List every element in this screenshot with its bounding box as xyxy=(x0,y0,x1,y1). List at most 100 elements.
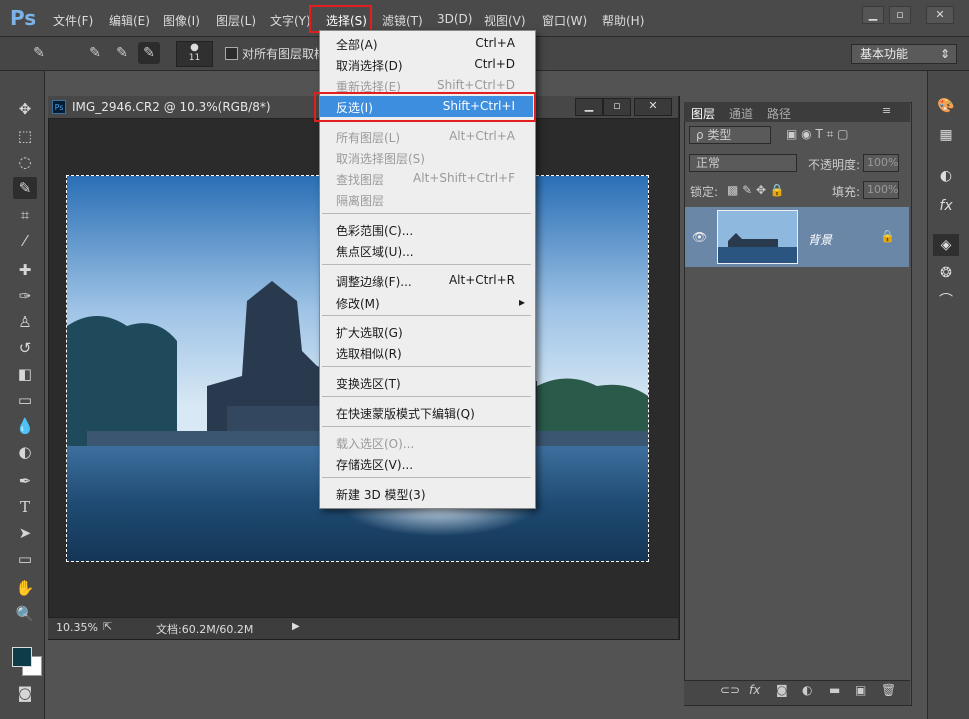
blur-tool-icon[interactable]: 💧 xyxy=(13,415,37,437)
tab-paths[interactable]: 路径 xyxy=(767,105,791,122)
layers-icon[interactable]: ◈ xyxy=(933,234,959,256)
zoom-tool-icon[interactable]: 🔍 xyxy=(13,603,37,625)
menu-separator xyxy=(322,264,531,265)
document-title: IMG_2946.CR2 @ 10.3%(RGB/8*) xyxy=(72,100,271,114)
menu-item-transform-selection[interactable]: 变换选区(T) xyxy=(320,372,533,393)
adjustments-icon[interactable]: ◐ xyxy=(933,165,959,187)
foreground-color-swatch[interactable] xyxy=(12,647,32,667)
document-size: 文档:60.2M/60.2M xyxy=(156,623,254,636)
lock-options-icons[interactable]: ▩ ✎ ✥ 🔒 xyxy=(727,183,785,197)
swatches-grid-icon[interactable]: ▦ xyxy=(933,124,959,146)
sample-all-layers-checkbox[interactable] xyxy=(225,47,238,60)
menu-help[interactable]: 帮助(H) xyxy=(602,12,644,29)
menu-item-color-range[interactable]: 色彩范围(C)... xyxy=(320,219,533,240)
layer-filter-kind[interactable]: ρ 类型 xyxy=(689,126,771,144)
add-style-fx-icon[interactable]: fx xyxy=(749,683,760,697)
add-selection-brush-icon[interactable]: ✎ xyxy=(111,42,133,64)
blend-mode-label: 正常 xyxy=(696,156,721,170)
menu-item-focus-area[interactable]: 焦点区域(U)... xyxy=(320,240,533,261)
tab-layers[interactable]: 图层 xyxy=(691,105,715,122)
brush-tool-icon[interactable]: ✑ xyxy=(13,285,37,307)
menu-item-select-all[interactable]: 全部(A) Ctrl+A xyxy=(320,33,533,54)
menu-item-find-layers[interactable]: 查找图层 Alt+Shift+Ctrl+F xyxy=(320,168,533,189)
menu-window[interactable]: 窗口(W) xyxy=(542,12,587,29)
menu-item-refine-edge[interactable]: 调整边缘(F)... Alt+Ctrl+R xyxy=(320,270,533,291)
styles-fx-icon[interactable]: fx xyxy=(933,195,959,217)
menu-3d[interactable]: 3D(D) xyxy=(437,12,472,26)
new-group-icon[interactable]: ▬ xyxy=(829,683,840,697)
channels-icon[interactable]: ❂ xyxy=(933,262,959,284)
type-tool-icon[interactable]: T xyxy=(13,496,37,518)
lasso-tool-icon[interactable]: ◌ xyxy=(13,151,37,173)
visibility-eye-icon[interactable]: 👁 xyxy=(692,230,707,244)
menu-image[interactable]: 图像(I) xyxy=(163,12,200,29)
move-tool-icon[interactable]: ✥ xyxy=(13,98,37,120)
menu-item-deselect[interactable]: 取消选择(D) Ctrl+D xyxy=(320,54,533,75)
layer-thumbnail xyxy=(717,210,798,264)
new-selection-brush-icon[interactable]: ✎ xyxy=(84,42,106,64)
zoom-level[interactable]: 10.35% xyxy=(56,621,98,634)
tab-channels[interactable]: 通道 xyxy=(729,105,753,122)
menu-item-load-selection[interactable]: 载入选区(O)... xyxy=(320,432,533,453)
fill-input[interactable]: 100% xyxy=(863,181,899,199)
doc-close-icon[interactable]: ✕ xyxy=(634,98,672,116)
tool-preset-icon[interactable]: ✎ xyxy=(28,42,50,64)
menu-item-quick-mask[interactable]: 在快速蒙版模式下编辑(Q) xyxy=(320,402,533,423)
menu-item-isolate-layers[interactable]: 隔离图层 xyxy=(320,189,533,210)
menu-file[interactable]: 文件(F) xyxy=(53,12,93,29)
blend-mode-select[interactable]: 正常 xyxy=(689,154,797,172)
maximize-icon[interactable]: ▫ xyxy=(889,6,911,24)
menu-item-save-selection[interactable]: 存储选区(V)... xyxy=(320,453,533,474)
rectangle-tool-icon[interactable]: ▭ xyxy=(13,548,37,570)
select-menu-highlight-box xyxy=(309,5,372,33)
delete-layer-icon[interactable]: 🗑 xyxy=(881,683,896,697)
dodge-tool-icon[interactable]: ◐ xyxy=(13,441,37,463)
menu-item-similar[interactable]: 选取相似(R) xyxy=(320,342,533,363)
menu-edit[interactable]: 编辑(E) xyxy=(109,12,150,29)
opacity-input[interactable]: 100% xyxy=(863,154,899,172)
workspace-select[interactable]: 基本功能 ⇕ xyxy=(851,44,957,64)
clone-stamp-tool-icon[interactable]: ♙ xyxy=(13,311,37,333)
status-arrow-icon[interactable]: ▶ xyxy=(292,621,300,632)
eyedropper-tool-icon[interactable]: ⁄ xyxy=(13,230,37,252)
share-icon[interactable]: ⇱ xyxy=(103,620,112,633)
opacity-label: 不透明度: xyxy=(808,158,861,172)
menu-item-deselect-layers[interactable]: 取消选择图层(S) xyxy=(320,147,533,168)
pen-tool-icon[interactable]: ✒ xyxy=(13,470,37,492)
subtract-selection-brush-icon[interactable]: ✎ xyxy=(138,42,160,64)
menu-layer[interactable]: 图层(L) xyxy=(216,12,256,29)
brush-size-picker[interactable]: ● 11 xyxy=(176,41,213,67)
doc-minimize-icon[interactable]: ▁ xyxy=(575,98,603,116)
panel-menu-icon[interactable]: ≡ xyxy=(882,104,891,117)
add-mask-icon[interactable]: ◙ xyxy=(776,683,788,697)
eraser-tool-icon[interactable]: ◧ xyxy=(13,363,37,385)
new-layer-icon[interactable]: ▣ xyxy=(855,683,866,697)
new-adjustment-icon[interactable]: ◐ xyxy=(802,683,812,697)
menu-item-all-layers[interactable]: 所有图层(L) Alt+Ctrl+A xyxy=(320,126,533,147)
menu-view[interactable]: 视图(V) xyxy=(484,12,526,29)
menu-filter[interactable]: 滤镜(T) xyxy=(382,12,423,29)
hand-tool-icon[interactable]: ✋ xyxy=(13,577,37,599)
menu-item-modify[interactable]: 修改(M) ▸ xyxy=(320,292,533,313)
doc-maximize-icon[interactable]: ▫ xyxy=(603,98,631,116)
quick-mask-icon[interactable]: ◙ xyxy=(13,682,37,704)
history-brush-tool-icon[interactable]: ↺ xyxy=(13,337,37,359)
paths-icon[interactable]: ⌒ xyxy=(933,290,959,312)
menu-item-new-3d-extrusion[interactable]: 新建 3D 模型(3) xyxy=(320,483,533,504)
filter-type-icons[interactable]: ▣ ◉ T ⌗ ▢ xyxy=(786,127,849,142)
document-status-bar xyxy=(48,617,678,639)
healing-brush-tool-icon[interactable]: ✚ xyxy=(13,259,37,281)
path-selection-tool-icon[interactable]: ➤ xyxy=(13,522,37,544)
lock-icon: 🔒 xyxy=(880,229,895,243)
crop-tool-icon[interactable]: ⌗ xyxy=(13,204,37,226)
link-layers-icon[interactable]: ⊂⊃ xyxy=(720,683,740,697)
quick-selection-tool-icon[interactable]: ✎ xyxy=(13,177,37,199)
gradient-tool-icon[interactable]: ▭ xyxy=(13,389,37,411)
menu-type[interactable]: 文字(Y) xyxy=(270,12,311,29)
minimize-icon[interactable]: ▁ xyxy=(862,6,884,24)
color-palette-icon[interactable]: 🎨 xyxy=(933,95,959,117)
menu-item-grow[interactable]: 扩大选取(G) xyxy=(320,321,533,342)
close-icon[interactable]: ✕ xyxy=(926,6,954,24)
photoshop-logo: Ps xyxy=(10,6,37,30)
marquee-tool-icon[interactable]: ⬚ xyxy=(13,125,37,147)
